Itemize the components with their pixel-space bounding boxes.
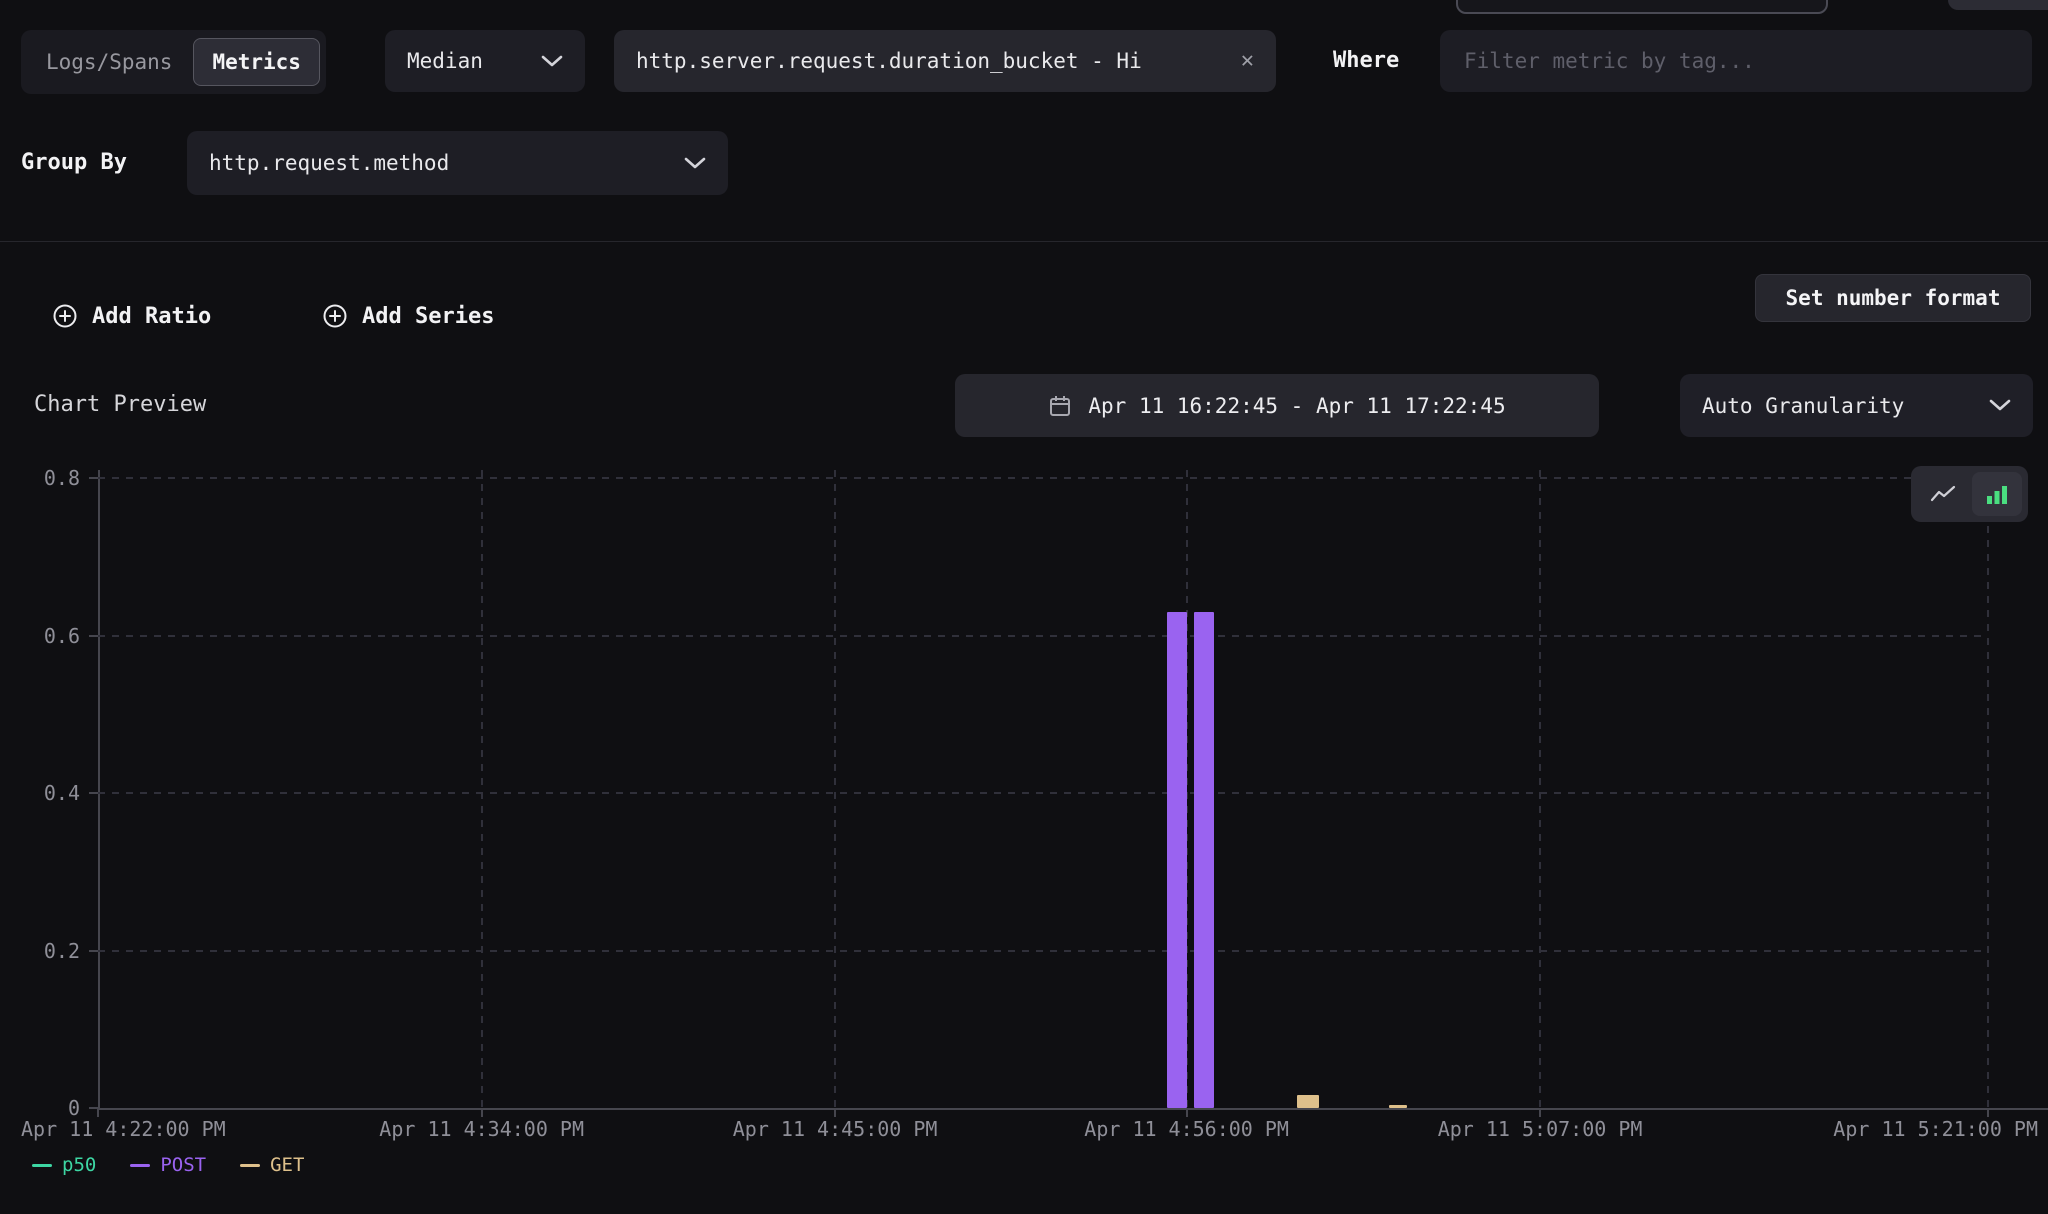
group-by-value: http.request.method [209,151,449,175]
chart-bar-post[interactable] [1167,612,1187,1108]
chevron-down-icon [541,55,563,68]
x-axis-label: Apr 11 4:56:00 PM [1084,1116,1289,1142]
tab-logs-spans[interactable]: Logs/Spans [27,38,191,86]
chevron-down-icon [684,157,706,170]
y-axis-label: 0.4 [0,780,80,806]
x-axis-label: Apr 11 5:21:00 PM [1833,1116,2038,1142]
chart-legend: p50 POST GET [32,1154,304,1176]
add-series-label: Add Series [362,304,494,329]
legend-item-post[interactable]: POST [130,1154,206,1176]
circle-plus-icon [322,303,348,329]
x-axis-label: Apr 11 4:22:00 PM [21,1116,226,1142]
y-gridline [98,477,1988,479]
y-tick-mark [89,950,98,952]
x-gridline [1987,470,1989,1108]
date-range-value: Apr 11 16:22:45 - Apr 11 17:22:45 [1088,394,1505,418]
y-axis-line [98,470,100,1108]
x-tick-mark [1186,1108,1188,1117]
aggregation-value: Median [407,49,483,73]
date-range-picker[interactable]: Apr 11 16:22:45 - Apr 11 17:22:45 [955,374,1599,437]
legend-item-get[interactable]: GET [240,1154,304,1176]
y-tick-mark [89,792,98,794]
chart-preview-title: Chart Preview [34,392,206,417]
set-number-format-button[interactable]: Set number format [1755,274,2031,322]
metrics-query-builder: Logs/Spans Metrics Median http.server.re… [0,0,2048,1214]
y-gridline [98,792,1988,794]
legend-dash [130,1164,150,1167]
bar-chart-icon [1985,483,2009,505]
x-axis-label: Apr 11 5:07:00 PM [1438,1116,1643,1142]
where-label: Where [1333,48,1399,73]
group-by-select[interactable]: http.request.method [187,131,728,195]
x-gridline [834,470,836,1108]
source-toggle: Logs/Spans Metrics [21,30,326,94]
metric-chip[interactable]: http.server.request.duration_bucket - Hi… [614,30,1276,92]
x-axis-line [98,1108,2048,1110]
granularity-value: Auto Granularity [1702,394,1904,418]
legend-label: p50 [62,1154,96,1176]
truncated-top-input[interactable] [1456,0,1828,14]
chevron-down-icon [1989,399,2011,412]
granularity-select[interactable]: Auto Granularity [1680,374,2033,437]
y-axis-label: 0.8 [0,465,80,491]
group-by-label: Group By [21,150,127,175]
section-divider [0,241,2048,242]
chart-type-toggle [1911,466,2028,522]
aggregation-select[interactable]: Median [385,30,585,92]
circle-plus-icon [52,303,78,329]
x-axis-label: Apr 11 4:34:00 PM [379,1116,584,1142]
y-tick-mark [89,477,98,479]
line-chart-toggle[interactable] [1918,472,1968,516]
legend-dash [240,1164,260,1167]
chart-bar-get[interactable] [1297,1095,1319,1108]
x-tick-mark [97,1108,99,1117]
tab-metrics[interactable]: Metrics [193,38,320,86]
filter-input[interactable] [1440,30,2032,92]
bar-chart-toggle[interactable] [1972,472,2022,516]
x-tick-mark [1987,1108,1989,1117]
y-tick-mark [89,1107,98,1109]
x-axis-label: Apr 11 4:45:00 PM [733,1116,938,1142]
add-ratio-label: Add Ratio [92,304,211,329]
line-chart-icon [1930,484,1956,504]
x-gridline [481,470,483,1108]
x-tick-mark [834,1108,836,1117]
y-axis-label: 0.2 [0,938,80,964]
y-axis-label: 0 [0,1095,80,1121]
legend-dash [32,1164,52,1167]
add-series-button[interactable]: Add Series [322,299,494,333]
legend-label: GET [270,1154,304,1176]
x-gridline [1539,470,1541,1108]
y-tick-mark [89,635,98,637]
legend-item-p50[interactable]: p50 [32,1154,96,1176]
calendar-icon [1048,394,1072,418]
add-ratio-button[interactable]: Add Ratio [52,299,211,333]
chart-bar-post[interactable] [1194,612,1214,1108]
x-tick-mark [1539,1108,1541,1117]
x-tick-mark [481,1108,483,1117]
truncated-top-button[interactable] [1948,0,2048,10]
metric-chip-label: http.server.request.duration_bucket - Hi [636,49,1223,73]
chart-bar-get[interactable] [1389,1105,1407,1108]
y-gridline [98,635,1988,637]
remove-metric-icon[interactable]: ✕ [1241,50,1254,72]
y-axis-label: 0.6 [0,623,80,649]
y-gridline [98,950,1988,952]
legend-label: POST [160,1154,206,1176]
